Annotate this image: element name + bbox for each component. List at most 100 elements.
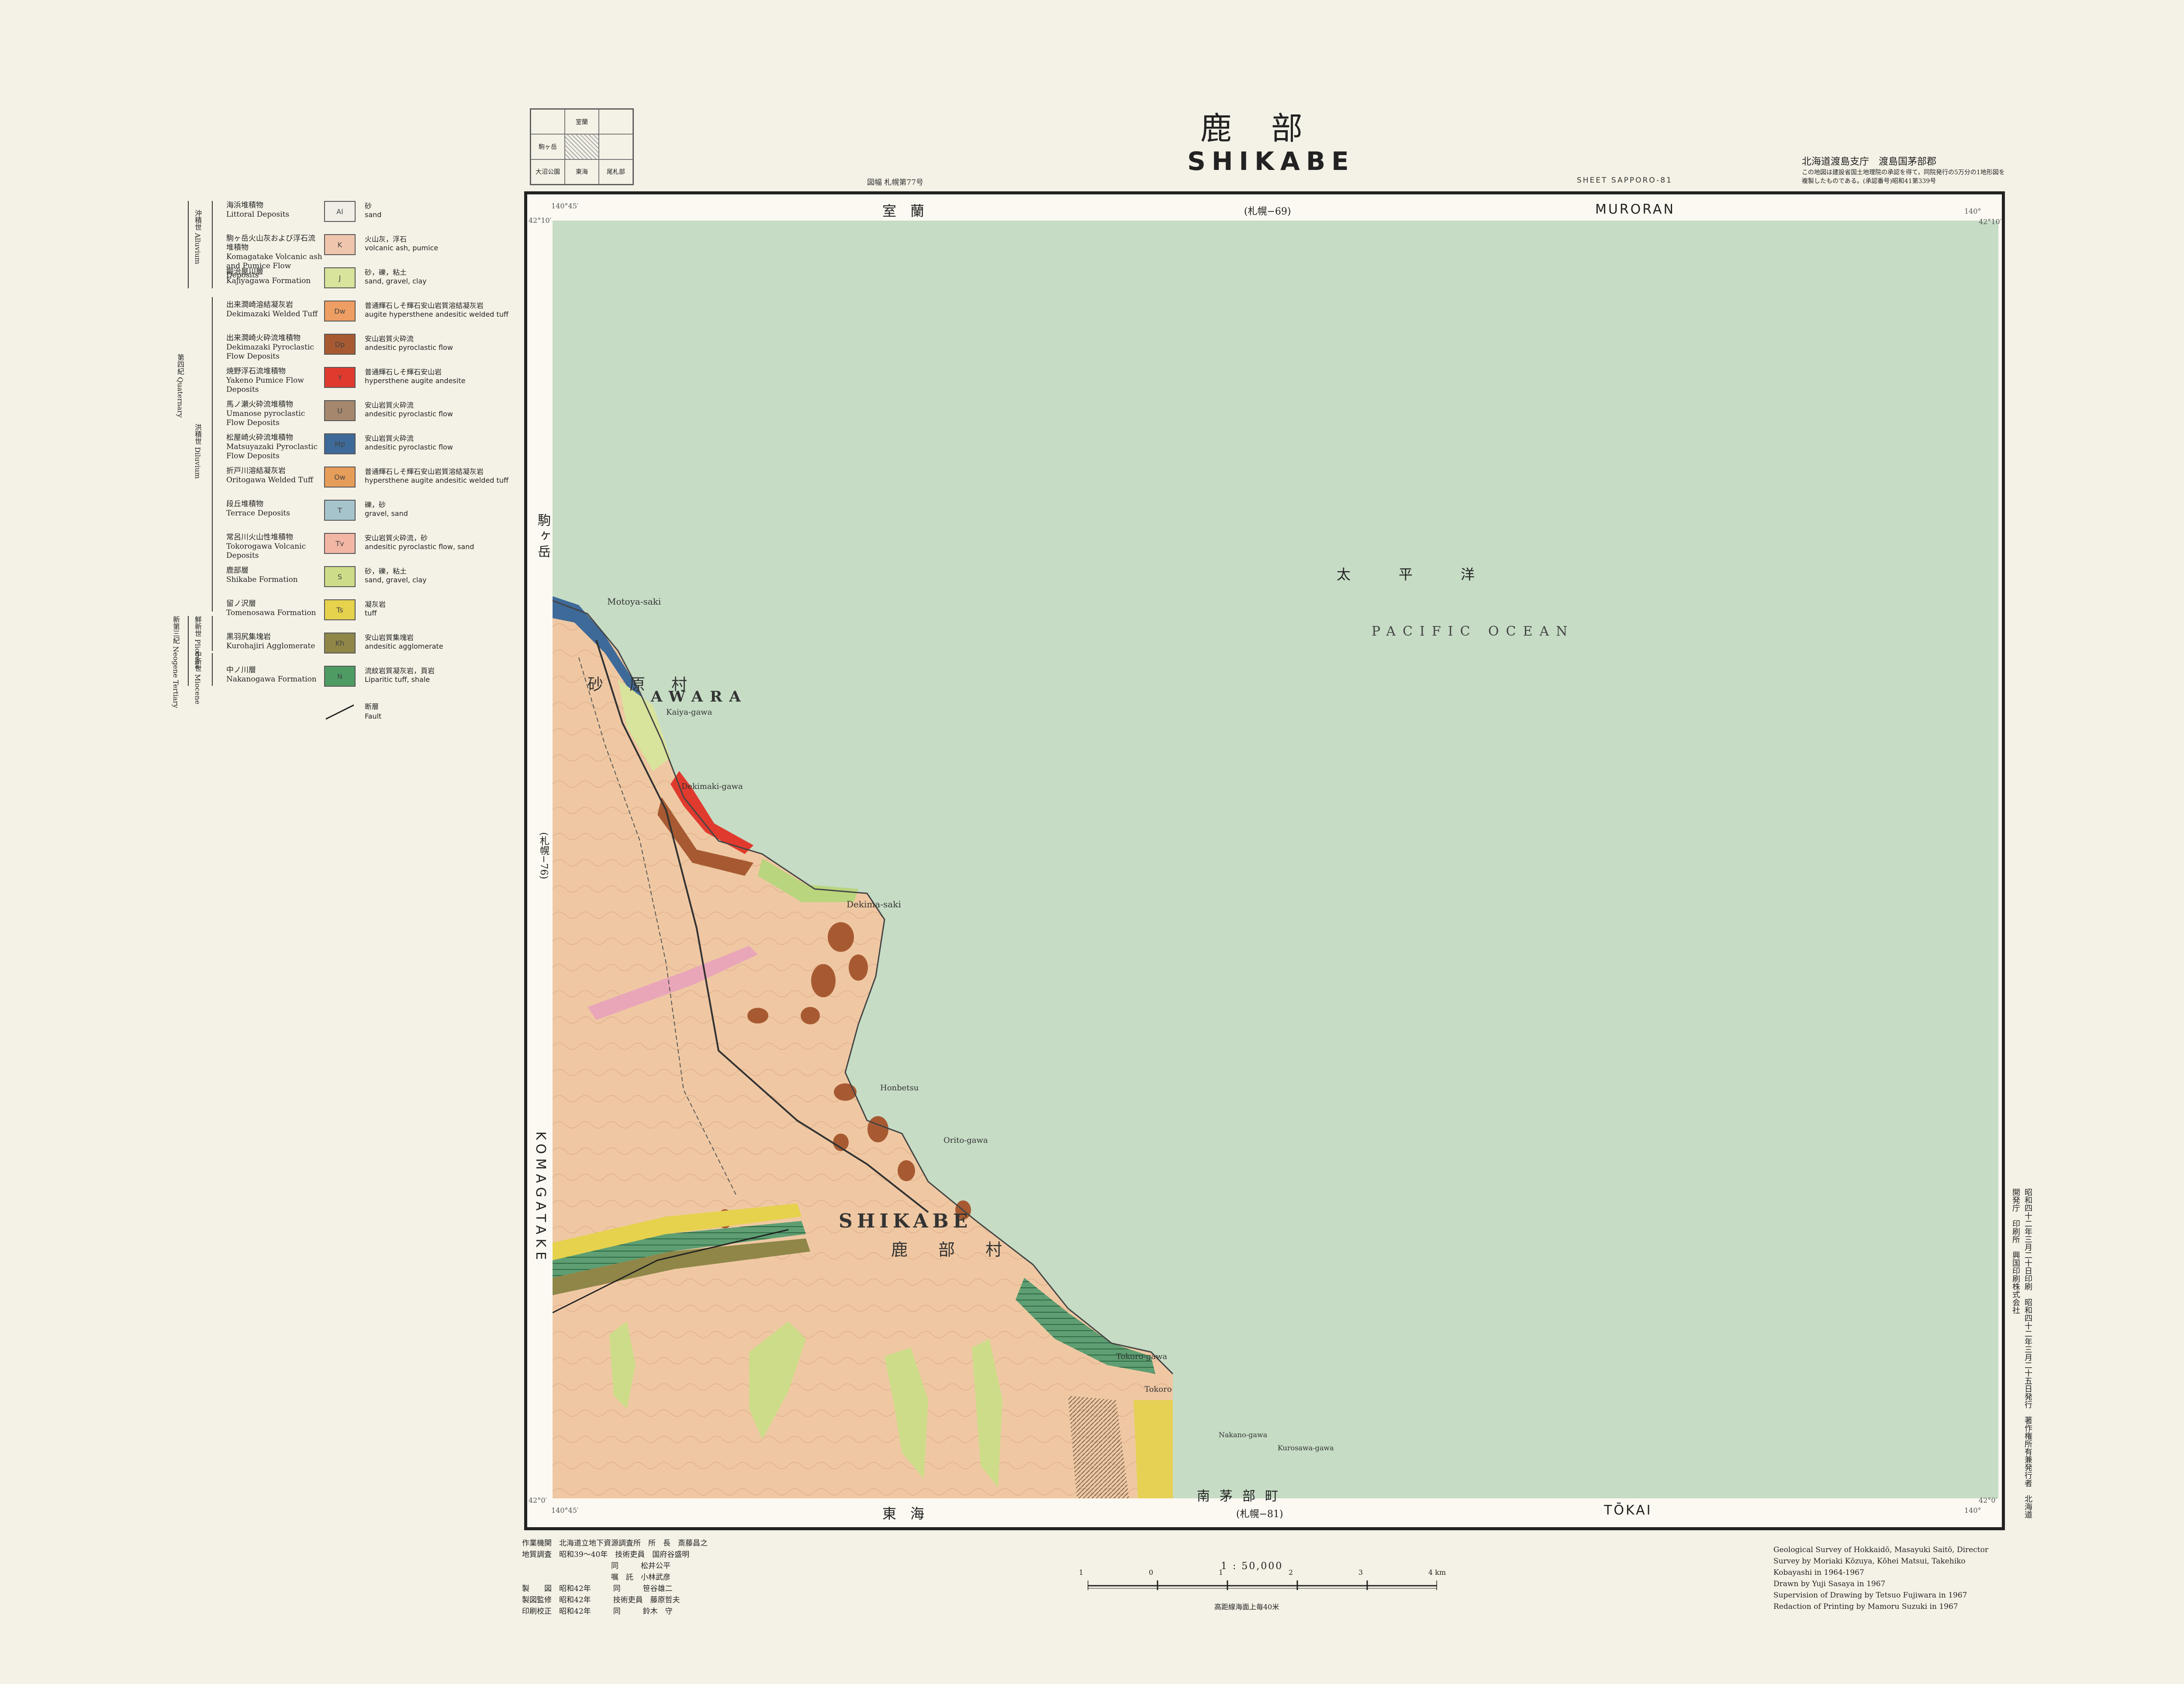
legend-desc-jp: 凝灰岩 xyxy=(365,600,386,609)
legend-unit-name: 出来澗崎火砕流堆積物 Dekimazaki Pyroclastic Flow De… xyxy=(226,334,322,361)
legend-unit-description: 砂，礫，粘土 sand, gravel, clay xyxy=(365,268,522,286)
legend-unit-name: 焼野浮石流堆積物 Yakeno Pumice Flow Deposits xyxy=(226,367,322,394)
index-cell: 大沼公園 xyxy=(531,159,565,184)
legend-unit-name: 折戸川溶結凝灰岩 Oritogawa Welded Tuff xyxy=(226,467,322,485)
corner-coord-tl-lat: 42°10′ xyxy=(529,216,552,225)
border-label-muroran-jp: 室 蘭 xyxy=(882,203,925,219)
unit-tomenosawa-coast xyxy=(1133,1400,1173,1498)
legend-desc-jp: 火山灰，浮石 xyxy=(365,235,407,243)
legend-desc-en: gravel, sand xyxy=(365,509,408,518)
index-cell xyxy=(531,109,565,135)
legend-desc-jp: 普通輝石しそ輝石安山岩質溶結凝灰岩 xyxy=(365,301,484,310)
credits-en: Geological Survey of Hokkaidō, Masayuki … xyxy=(1773,1544,1988,1612)
legend-color-swatch: Dp xyxy=(324,334,356,355)
legend-color-swatch: Tv xyxy=(324,533,356,554)
credit-line: Geological Survey of Hokkaidō, Masayuki … xyxy=(1773,1546,1989,1554)
index-cell: 東海 xyxy=(565,159,599,184)
contour-interval-note: 高距線海面上毎40米 xyxy=(1214,1603,1279,1611)
publisher-jp: 北海道渡島支庁 渡島国茅部郡 xyxy=(1802,156,1937,167)
legend-unit-name-en: Oritogawa Welded Tuff xyxy=(226,476,313,484)
border-label-tokai-en: TŌKAI xyxy=(1604,1503,1652,1518)
legend-desc-en: hypersthene augite andesite xyxy=(365,377,466,385)
legend-unit-name-jp: 黒羽尻集塊岩 xyxy=(226,633,271,641)
legend-unit-name-jp: 段丘堆積物 xyxy=(226,500,263,508)
legend-unit-name-en: Tokorogawa Volcanic Deposits xyxy=(226,542,306,560)
legend-unit-description: 普通輝石しそ輝石安山岩質溶結凝灰岩 augite hypersthene ande… xyxy=(365,301,522,319)
border-label-tokai-jp: 東 海 xyxy=(882,1505,925,1522)
corner-coord-tr-lat: 42°10′ xyxy=(1979,218,2002,226)
border-label-muroran-en: MURORAN xyxy=(1595,202,1675,217)
scale-tick-label: 4 km xyxy=(1428,1568,1446,1577)
legend-unit-description: 礫，砂 gravel, sand xyxy=(365,501,522,518)
legend-unit-name: 出来澗崎溶結凝灰岩 Dekimazaki Welded Tuff xyxy=(226,301,322,319)
legend-color-swatch: K xyxy=(324,234,356,255)
era-miocene: 中新世 Miocene xyxy=(194,651,202,705)
scale-tick-label: 2 xyxy=(1289,1568,1293,1577)
legend-unit-name: 鹿部層 Shikabe Formation xyxy=(226,566,322,584)
fault-line-swatch xyxy=(325,704,354,720)
legend-desc-en: tuff xyxy=(365,609,377,617)
place-label-honbetsu: Honbetsu xyxy=(880,1083,919,1093)
legend-unit-name-en: Umanose pyroclastic Flow Deposits xyxy=(226,409,305,427)
place-label-shikabe: SHIKABE xyxy=(839,1210,972,1232)
index-cell: 室蘭 xyxy=(565,109,599,135)
legend-fault-en: Fault xyxy=(365,712,382,720)
legend-unit-name: 留ノ沢層 Tomenosawa Formation xyxy=(226,599,322,618)
legend-color-swatch: Ow xyxy=(324,467,356,488)
legend-bracket xyxy=(212,297,213,612)
geologic-map[interactable] xyxy=(553,221,1998,1498)
scale-bar xyxy=(1088,1580,1437,1590)
legend-color-swatch: J xyxy=(324,267,356,288)
legend-unit-name-en: Nakanogawa Formation xyxy=(226,675,317,684)
legend-unit-name-jp: 焼野浮石流堆積物 xyxy=(226,367,286,376)
legend-unit-name-jp: 駒ヶ岳火山灰および浮石流堆積物 xyxy=(226,234,315,252)
legend-desc-en: andesitic agglomerate xyxy=(365,642,443,650)
sheet-index-grid: 室蘭 駒ヶ岳 大沼公園 東海 尾札部 xyxy=(530,108,634,185)
legend-color-swatch: S xyxy=(324,566,356,587)
legend-unit-name-jp: 留ノ沢層 xyxy=(226,599,256,608)
legend-desc-jp: 砂，礫，粘土 xyxy=(365,268,407,277)
index-cell xyxy=(599,109,633,135)
legend-desc-en: andesitic pyroclastic flow xyxy=(365,410,453,418)
legend-unit-name-jp: 鍛治屋川層 xyxy=(226,267,263,276)
place-label-kurosawa-gawa: Kurosawa-gawa xyxy=(1278,1444,1334,1452)
era-alluvium: 沖積世 Alluvium xyxy=(194,210,202,264)
legend-unit-name-en: Kurohajiri Agglomerate xyxy=(226,642,315,650)
legend-unit-description: 普通輝石しそ輝石安山岩質溶結凝灰岩 hypersthene augite ande… xyxy=(365,467,522,485)
map-legend: 沖積世 Alluvium 第四紀 Quaternary 洪積世 Diluvium… xyxy=(172,197,524,734)
legend-unit-name: 段丘堆積物 Terrace Deposits xyxy=(226,500,322,518)
legend-unit-name-jp: 折戸川溶結凝灰岩 xyxy=(226,467,286,475)
legend-color-swatch: Dw xyxy=(324,301,356,322)
place-label-kaiya-gawa: Kaiya-gawa xyxy=(666,708,712,717)
legend-unit-name-en: Dekimazaki Pyroclastic Flow Deposits xyxy=(226,343,314,361)
legend-bracket xyxy=(212,653,213,686)
publisher-note: この地図は建設省国土地理院の承認を得て，同院発行の5万分の1地形図を複製したもの… xyxy=(1802,169,2005,185)
legend-bracket xyxy=(188,201,189,288)
legend-bracket xyxy=(212,616,213,651)
corner-coord-br-lon: 140° xyxy=(1964,1506,1981,1515)
legend-unit-description: 砂 sand xyxy=(365,202,522,219)
legend-color-swatch: U xyxy=(324,400,356,421)
scale-labels: 1 0 1 2 3 4 km xyxy=(1079,1568,1446,1578)
legend-unit-name-en: Shikabe Formation xyxy=(226,575,298,584)
legend-unit-description: 砂，礫，粘土 sand, gravel, clay xyxy=(365,567,522,584)
era-diluvium: 洪積世 Diluvium xyxy=(194,424,202,479)
legend-desc-jp: 砂，礫，粘土 xyxy=(365,567,407,575)
border-label-komagatake-jp: 駒ヶ岳 xyxy=(535,513,550,560)
legend-desc-jp: 安山岩質火砕流 xyxy=(365,335,414,343)
legend-unit-name-en: Kajiyagawa Formation xyxy=(226,277,311,285)
legend-unit-name: 常呂川火山性堆積物 Tokorogawa Volcanic Deposits xyxy=(226,533,322,560)
credit-line: Redaction of Printing by Mamoru Suzuki i… xyxy=(1773,1602,1958,1611)
legend-desc-jp: 普通輝石しそ輝石安山岩質溶結凝灰岩 xyxy=(365,467,484,476)
legend-unit-name-en: Littoral Deposits xyxy=(226,210,290,219)
legend-desc-en: Liparitic tuff, shale xyxy=(365,675,430,684)
publication-info: 昭和四十二年三月二十日印刷 昭和四十二年三月二十五日発行 著作権所有兼発行者 北… xyxy=(2011,1188,2032,1518)
legend-unit-name-en: Yakeno Pumice Flow Deposits xyxy=(226,376,304,394)
legend-unit-name-jp: 常呂川火山性堆積物 xyxy=(226,533,293,542)
legend-color-swatch: Ts xyxy=(324,599,356,620)
credits-jp: 作業機関 北海道立地下資源調査所 所 長 斎藤昌之 地質調査 昭和39～40年 … xyxy=(522,1539,708,1616)
legend-desc-jp: 安山岩質火砕流，砂 xyxy=(365,534,428,542)
place-label-tokoro: Tokoro xyxy=(1144,1385,1172,1394)
legend-unit-name: 松屋崎火砕流堆積物 Matsuyazaki Pyroclastic Flow De… xyxy=(226,433,322,461)
legend-unit-description: 安山岩質火砕流 andesitic pyroclastic flow xyxy=(365,434,522,452)
